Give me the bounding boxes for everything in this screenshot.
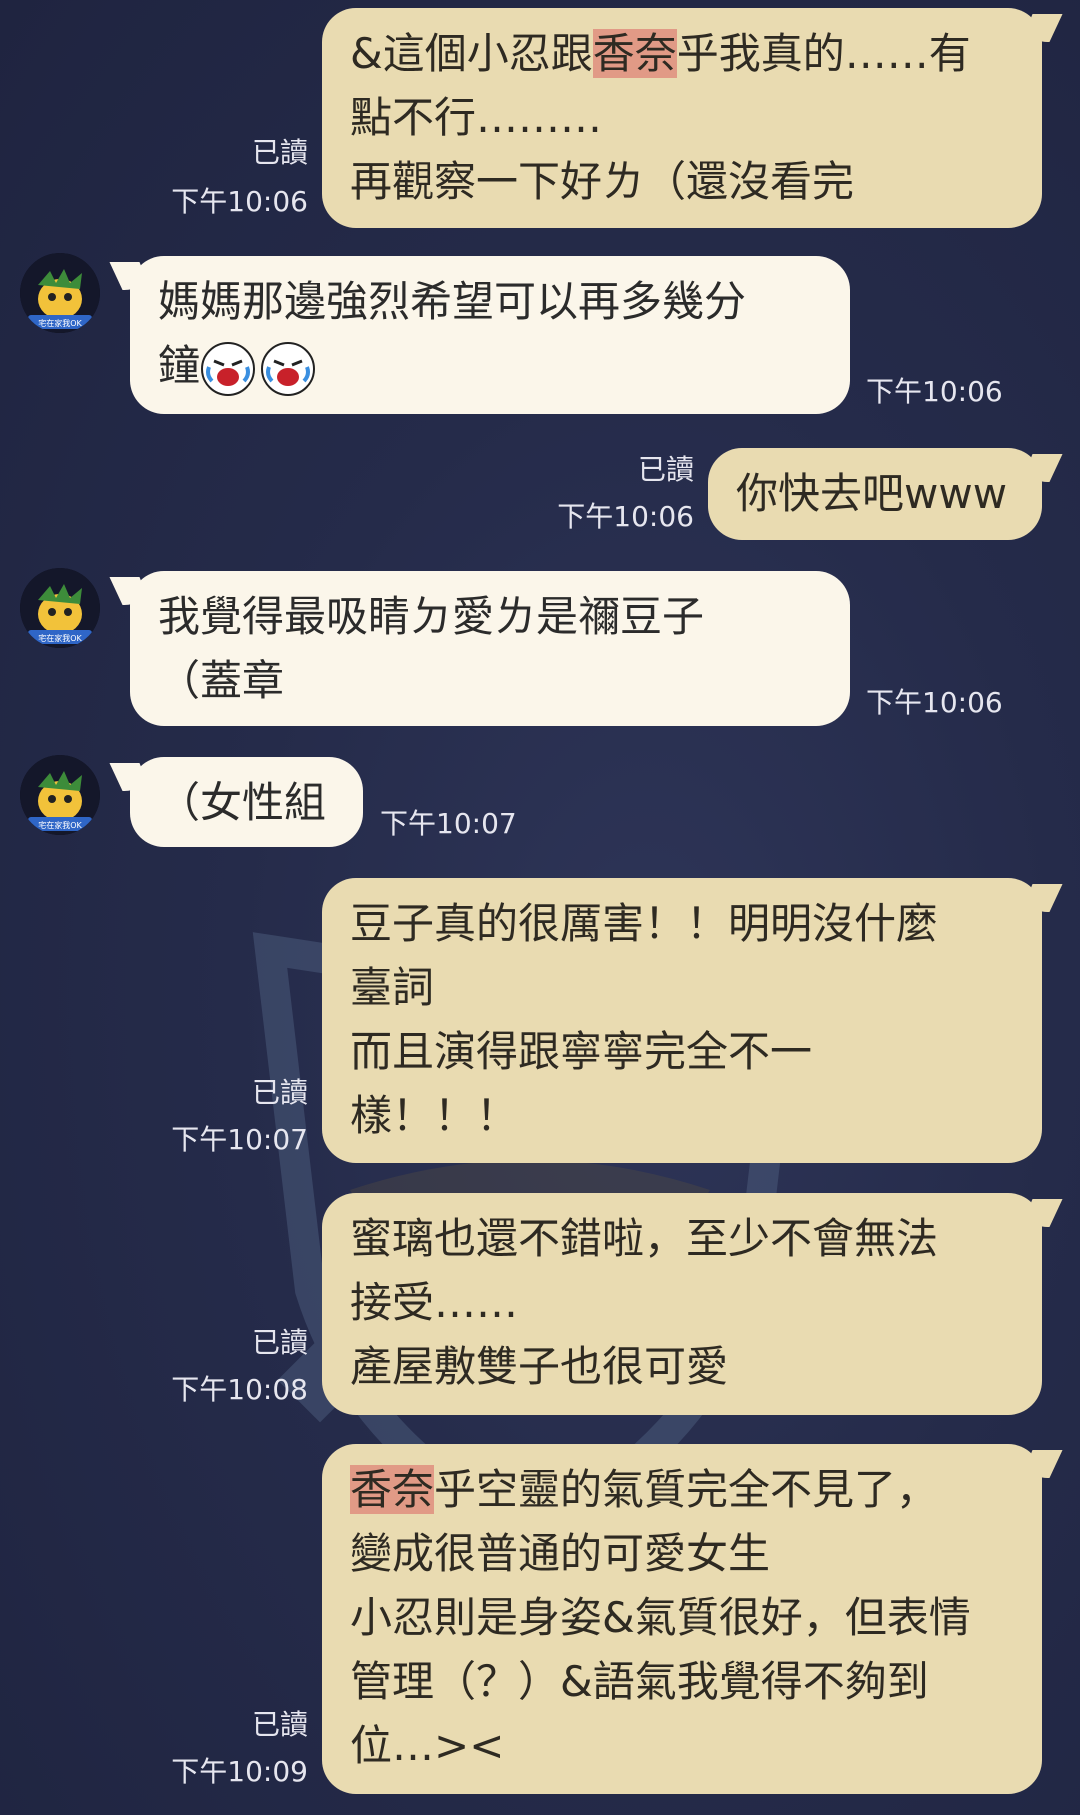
read-receipt: 已讀 bbox=[251, 1326, 308, 1359]
outgoing-message-bubble[interactable]: 香奈乎空靈的氣質完全不見了， 變成很普通的可愛女生 小忍則是身姿&氣質很好，但表… bbox=[322, 1444, 1042, 1794]
highlighted-text: 香奈 bbox=[592, 29, 677, 78]
svg-text:宅在家我OK: 宅在家我OK bbox=[38, 633, 82, 643]
message-time: 下午10:06 bbox=[557, 500, 694, 533]
outgoing-message-bubble[interactable]: 豆子真的很厲害！！明明沒什麼 臺詞 而且演得跟寧寧完全不一 樣！！！ bbox=[322, 878, 1042, 1163]
avatar-image: 宅在家我OK bbox=[20, 253, 100, 333]
message-line: 豆子真的很厲害！！明明沒什麼 bbox=[350, 899, 939, 948]
message-line: 鐘 bbox=[158, 334, 824, 398]
chat-view[interactable]: 已讀 下午10:06 &這個小忍跟香奈乎我真的……有 點不行……… 再觀察一下好… bbox=[0, 0, 1080, 1815]
message-line: 蜜璃也還不錯啦，至少不會無法 bbox=[350, 1214, 939, 1263]
message-line: 再觀察一下好ㄌ（還沒看完 bbox=[350, 157, 855, 206]
message-line: 而且演得跟寧寧完全不一 bbox=[350, 1027, 813, 1076]
message-line: 管理（？）&語氣我覺得不夠到 bbox=[350, 1657, 929, 1706]
message-line: 小忍則是身姿&氣質很好，但表情 bbox=[350, 1593, 971, 1642]
incoming-message-bubble[interactable]: 我覺得最吸睛ㄉ愛ㄌ是禰豆子 （蓋章 bbox=[130, 571, 850, 726]
message-time: 下午10:06 bbox=[171, 185, 308, 218]
read-receipt: 已讀 bbox=[251, 136, 308, 169]
message-line: （女性組 bbox=[158, 778, 327, 827]
message-line: 變成很普通的可愛女生 bbox=[350, 1529, 771, 1578]
message-time: 下午10:09 bbox=[171, 1755, 308, 1788]
outgoing-message-bubble[interactable]: 你快去吧www bbox=[708, 448, 1042, 540]
message-time: 下午10:06 bbox=[866, 375, 1003, 408]
avatar-image: 宅在家我OK bbox=[20, 755, 100, 835]
message-line: 位…>< bbox=[350, 1721, 505, 1770]
contact-avatar[interactable]: 宅在家我OK bbox=[20, 568, 100, 648]
message-time: 下午10:06 bbox=[866, 686, 1003, 719]
incoming-message-bubble[interactable]: 媽媽那邊強烈希望可以再多幾分 鐘 bbox=[130, 256, 850, 414]
message-line: 你快去吧www bbox=[736, 469, 1008, 518]
incoming-message-bubble[interactable]: （女性組 bbox=[130, 757, 363, 847]
message-line: 臺詞 bbox=[350, 963, 435, 1012]
avatar-image: 宅在家我OK bbox=[20, 568, 100, 648]
read-receipt: 已讀 bbox=[637, 453, 694, 486]
message-line: 樣！！！ bbox=[350, 1091, 519, 1140]
message-line: 點不行……… bbox=[350, 93, 603, 142]
svg-text:宅在家我OK: 宅在家我OK bbox=[38, 318, 82, 328]
contact-avatar[interactable]: 宅在家我OK bbox=[20, 253, 100, 333]
message-line: &這個小忍跟香奈乎我真的……有 bbox=[350, 29, 971, 78]
highlighted-text: 香奈 bbox=[350, 1465, 435, 1514]
message-time: 下午10:07 bbox=[171, 1123, 308, 1156]
outgoing-message-bubble[interactable]: 蜜璃也還不錯啦，至少不會無法 接受…… 產屋敷雙子也很可愛 bbox=[322, 1193, 1042, 1415]
outgoing-message-bubble[interactable]: &這個小忍跟香奈乎我真的……有 點不行……… 再觀察一下好ㄌ（還沒看完 bbox=[322, 8, 1042, 228]
read-receipt: 已讀 bbox=[251, 1708, 308, 1741]
message-line: 接受…… bbox=[350, 1278, 519, 1327]
laughing-crying-face-icon bbox=[260, 341, 316, 397]
message-line: 香奈乎空靈的氣質完全不見了， bbox=[350, 1465, 939, 1514]
message-time: 下午10:08 bbox=[171, 1373, 308, 1406]
message-line: 我覺得最吸睛ㄉ愛ㄌ是禰豆子 bbox=[158, 592, 705, 641]
contact-avatar[interactable]: 宅在家我OK bbox=[20, 755, 100, 835]
laughing-crying-face-icon bbox=[200, 341, 256, 397]
message-time: 下午10:07 bbox=[380, 807, 517, 840]
message-line: （蓋章 bbox=[158, 656, 285, 705]
message-line: 媽媽那邊強烈希望可以再多幾分 bbox=[158, 277, 747, 326]
message-line: 產屋敷雙子也很可愛 bbox=[350, 1342, 729, 1391]
svg-text:宅在家我OK: 宅在家我OK bbox=[38, 820, 82, 830]
read-receipt: 已讀 bbox=[251, 1076, 308, 1109]
